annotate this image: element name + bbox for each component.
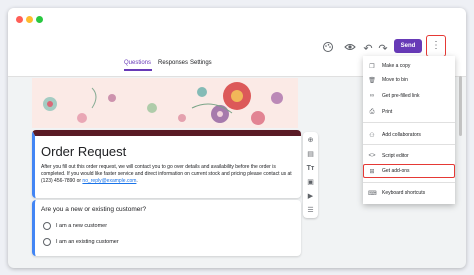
- form-description[interactable]: After you fill out this order request, w…: [41, 164, 297, 185]
- palette-icon[interactable]: [320, 41, 336, 57]
- code-icon: <>: [368, 153, 376, 159]
- radio-button[interactable]: [43, 238, 51, 246]
- trash-icon: 🗑: [368, 77, 376, 84]
- contact-email-link[interactable]: no_reply@example.com: [82, 178, 136, 184]
- add-ons-icon: ⊞: [369, 168, 375, 175]
- preview-eye-icon[interactable]: [342, 41, 358, 57]
- menu-item-print[interactable]: ⎙ Print: [363, 106, 455, 118]
- keyboard-icon: ⌨: [368, 190, 377, 197]
- form-description-text: After you fill out this order request, w…: [41, 164, 292, 184]
- more-options-button[interactable]: ⋮: [426, 35, 446, 57]
- menu-item-label: Keyboard shortcuts: [382, 190, 426, 196]
- menu-item-label: Move to bin: [382, 77, 408, 83]
- menu-item-script-editor[interactable]: <> Script editor: [363, 150, 455, 162]
- import-questions-icon[interactable]: ▤: [305, 149, 316, 160]
- form-description-end: .: [136, 178, 138, 184]
- close-window-button[interactable]: [16, 16, 23, 23]
- option-label: I am an existing customer: [56, 239, 119, 245]
- redo-icon[interactable]: ↷: [375, 41, 391, 57]
- send-button[interactable]: Send: [394, 39, 422, 53]
- add-question-icon[interactable]: ⊕: [305, 135, 316, 146]
- question-card[interactable]: Are you a new or existing customer? I am…: [32, 200, 301, 256]
- print-icon: ⎙: [369, 108, 375, 115]
- menu-item-label: Add collaborators: [382, 132, 421, 138]
- menu-item-add-collaborators[interactable]: ⚇ Add collaborators: [363, 129, 455, 141]
- add-title-icon[interactable]: Tт: [305, 163, 316, 174]
- menu-item-move-to-bin[interactable]: 🗑 Move to bin: [363, 74, 455, 86]
- more-vert-icon: ⋮: [431, 40, 441, 51]
- tab-questions[interactable]: Questions: [124, 60, 151, 66]
- add-person-icon: ⚇: [369, 132, 375, 139]
- radio-button[interactable]: [43, 222, 51, 230]
- add-image-icon[interactable]: ▣: [305, 177, 316, 188]
- menu-item-label: Print: [382, 109, 393, 115]
- menu-item-label: Get add-ons: [382, 168, 410, 174]
- option-label: I am a new customer: [56, 223, 108, 229]
- maximize-window-button[interactable]: [36, 16, 43, 23]
- tab-settings[interactable]: Settings: [190, 60, 212, 66]
- add-section-icon[interactable]: ☰: [305, 205, 316, 216]
- window-titlebar: [8, 8, 466, 34]
- menu-divider: [363, 144, 455, 145]
- menu-item-label: Script editor: [382, 153, 409, 159]
- link-icon: ∞: [369, 93, 375, 99]
- scrollbar[interactable]: [459, 76, 462, 136]
- menu-item-prefilled-link[interactable]: ∞ Get pre-filled link: [363, 90, 455, 102]
- form-title[interactable]: Order Request: [41, 144, 126, 159]
- form-title-card[interactable]: Order Request After you fill out this or…: [32, 130, 301, 198]
- option-new-customer[interactable]: I am a new customer: [43, 222, 107, 230]
- add-video-icon[interactable]: ▶: [305, 191, 316, 202]
- browser-window: ↶ ↷ Send ⋮ Questions Responses Settings: [8, 8, 466, 268]
- floating-toolbar: ⊕ ▤ Tт ▣ ▶ ☰: [303, 132, 318, 218]
- menu-divider: [363, 182, 455, 183]
- menu-item-label: Make a copy: [382, 63, 411, 69]
- menu-item-keyboard-shortcuts[interactable]: ⌨ Keyboard shortcuts: [363, 187, 455, 199]
- option-existing-customer[interactable]: I am an existing customer: [43, 238, 119, 246]
- more-options-menu: ❐ Make a copy 🗑 Move to bin ∞ Get pre-fille…: [363, 56, 455, 204]
- copy-icon: ❐: [369, 63, 375, 70]
- tab-responses[interactable]: Responses: [158, 60, 188, 66]
- minimize-window-button[interactable]: [26, 16, 33, 23]
- menu-item-get-add-ons[interactable]: ⊞ Get add-ons: [363, 164, 455, 178]
- question-title: Are you a new or existing customer?: [41, 206, 147, 213]
- active-tab-indicator: [124, 69, 152, 71]
- form-header-image: [32, 78, 298, 128]
- menu-item-label: Get pre-filled link: [382, 93, 420, 99]
- menu-item-make-copy[interactable]: ❐ Make a copy: [363, 60, 455, 72]
- undo-icon[interactable]: ↶: [360, 41, 376, 57]
- menu-divider: [363, 122, 455, 123]
